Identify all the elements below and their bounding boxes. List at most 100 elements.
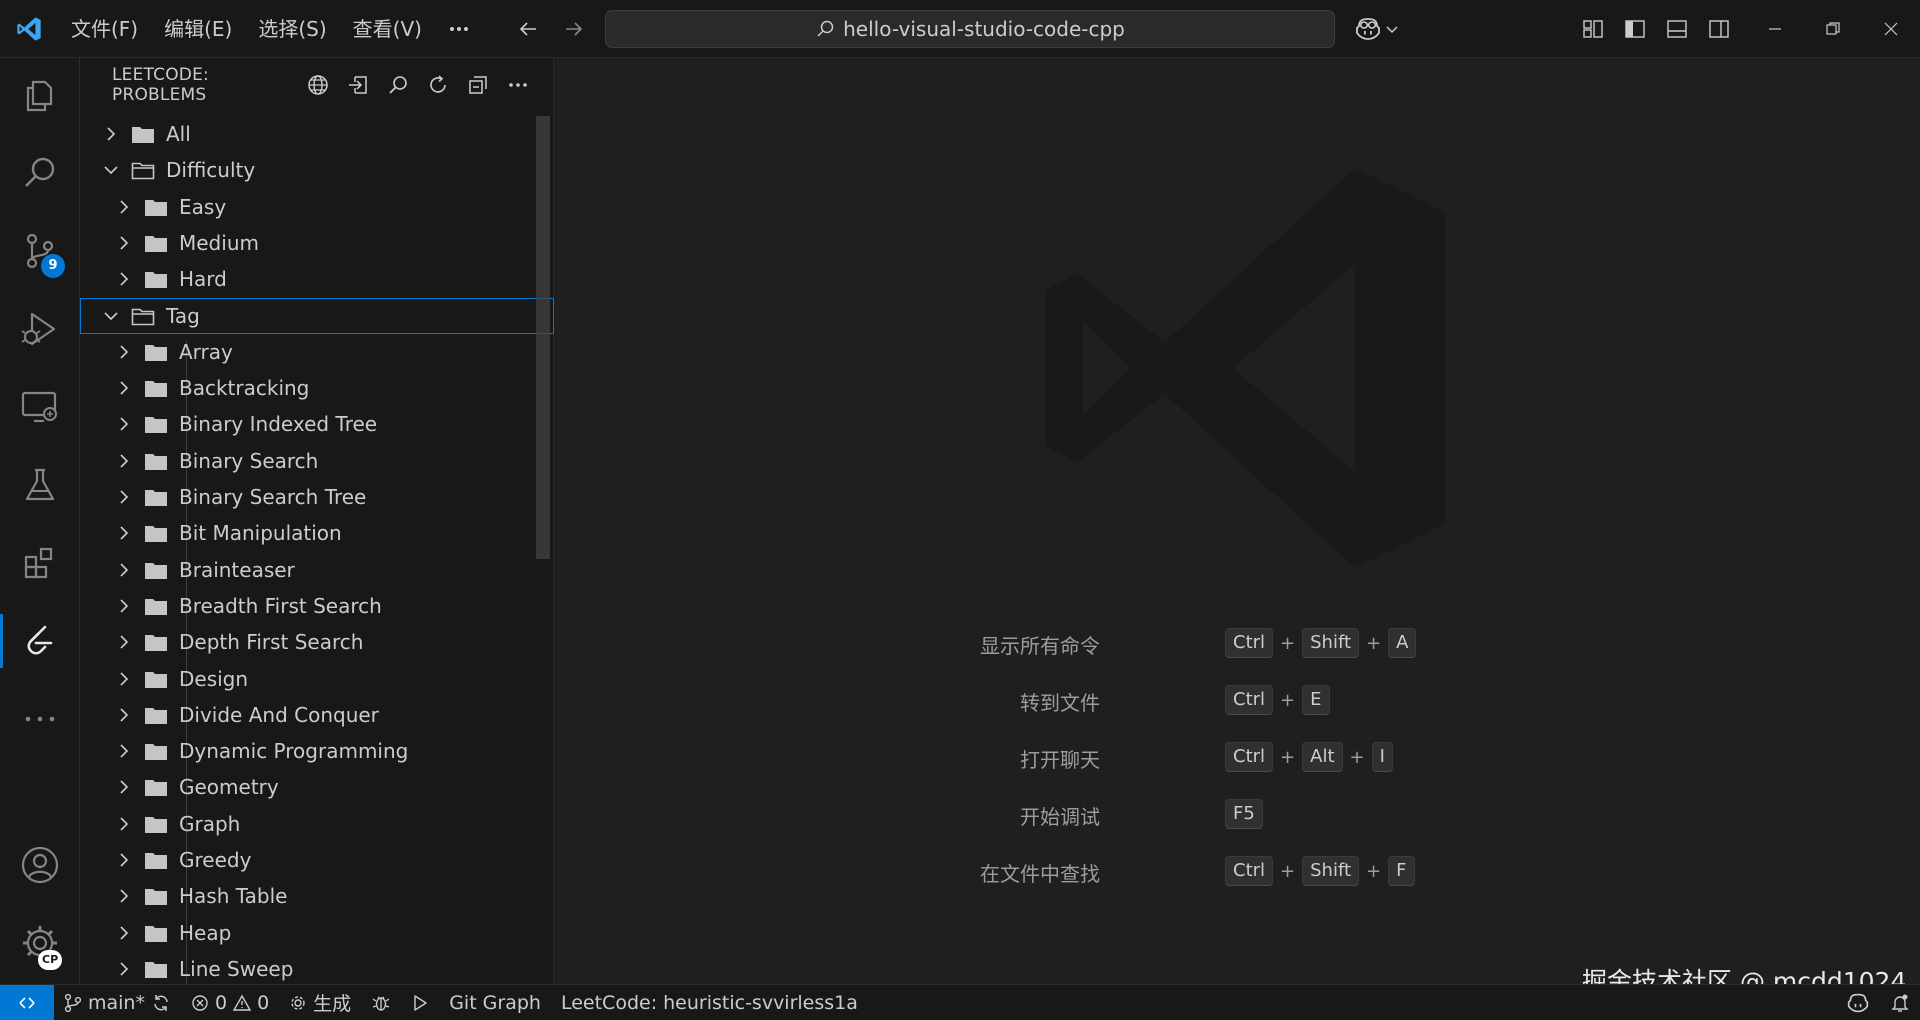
more-views-icon[interactable] (0, 686, 80, 752)
tree-item-label: Design (179, 666, 249, 691)
chevron-right-icon[interactable] (113, 595, 135, 617)
chevron-right-icon[interactable] (113, 232, 135, 254)
tree-item[interactable]: Binary Search Tree (80, 479, 554, 515)
chevron-right-icon[interactable] (113, 268, 135, 290)
leetcode-icon[interactable] (0, 608, 80, 674)
tree-item[interactable]: Dynamic Programming (80, 733, 554, 769)
tree-item[interactable]: Brainteaser (80, 552, 554, 588)
chevron-right-icon[interactable] (113, 885, 135, 907)
accounts-icon[interactable] (0, 832, 80, 898)
settings-gear-icon[interactable]: CP (0, 910, 80, 976)
menu-edit[interactable]: 编辑(E) (151, 9, 245, 49)
chevron-right-icon[interactable] (113, 740, 135, 762)
chevron-right-icon[interactable] (100, 123, 122, 145)
tree-item[interactable]: Divide And Conquer (80, 697, 554, 733)
shortcut-hint[interactable]: 开始调试 F5 (555, 799, 1920, 829)
chevron-right-icon[interactable] (113, 958, 135, 980)
remote-explorer-icon[interactable] (0, 374, 80, 440)
chevron-right-icon[interactable] (113, 413, 135, 435)
tree-item[interactable]: Geometry (80, 769, 554, 805)
globe-icon[interactable] (301, 68, 335, 102)
chevron-right-icon[interactable] (113, 922, 135, 944)
tree-item[interactable]: Tag (80, 297, 554, 334)
sync-icon[interactable] (151, 993, 171, 1013)
chevron-right-icon[interactable] (113, 668, 135, 690)
tree-item[interactable]: Array (80, 334, 554, 370)
debug-button[interactable] (361, 985, 401, 1020)
chevron-down-icon[interactable] (100, 159, 122, 181)
tree-item[interactable]: Greedy (80, 842, 554, 878)
customize-layout-icon[interactable] (1576, 12, 1610, 46)
chevron-right-icon[interactable] (113, 450, 135, 472)
more-menu-icon[interactable] (435, 9, 483, 49)
tree-item[interactable]: Heap (80, 915, 554, 951)
toggle-primary-sidebar-icon[interactable] (1618, 12, 1652, 46)
notifications-bell-icon[interactable] (1880, 985, 1920, 1020)
back-arrow-icon[interactable] (511, 12, 545, 46)
forward-arrow-icon[interactable] (557, 12, 591, 46)
leetcode-status[interactable]: LeetCode: heuristic-svvirless1a (551, 985, 868, 1020)
tree-item[interactable]: All (80, 116, 554, 152)
tree-item[interactable]: Medium (80, 225, 554, 261)
search-problem-icon[interactable] (381, 68, 415, 102)
minimize-icon[interactable] (1746, 0, 1804, 58)
tree-item[interactable]: Graph (80, 806, 554, 842)
menu-file[interactable]: 文件(F) (58, 9, 151, 49)
chevron-right-icon[interactable] (113, 196, 135, 218)
chevron-right-icon[interactable] (113, 849, 135, 871)
explorer-icon[interactable] (0, 62, 80, 128)
chevron-right-icon[interactable] (113, 341, 135, 363)
menu-view[interactable]: 查看(V) (340, 9, 435, 49)
problems-indicator[interactable]: 0 0 (181, 985, 279, 1020)
tree-item[interactable]: Difficulty (80, 152, 554, 188)
sign-in-icon[interactable] (341, 68, 375, 102)
chevron-right-icon[interactable] (113, 631, 135, 653)
tree-item[interactable]: Hard (80, 261, 554, 297)
chevron-down-icon[interactable] (100, 305, 122, 327)
tree-item[interactable]: Binary Search (80, 443, 554, 479)
command-center-search[interactable]: hello-visual-studio-code-cpp (605, 10, 1335, 48)
tree-item[interactable]: Breadth First Search (80, 588, 554, 624)
refresh-icon[interactable] (421, 68, 455, 102)
chevron-right-icon[interactable] (113, 377, 135, 399)
remote-indicator-icon[interactable] (0, 984, 54, 1020)
folder-icon (143, 341, 169, 363)
tree-item[interactable]: Line Sweep (80, 951, 554, 984)
menu-selection[interactable]: 选择(S) (245, 9, 339, 49)
branch-indicator[interactable]: main* (54, 985, 181, 1020)
toggle-secondary-sidebar-icon[interactable] (1702, 12, 1736, 46)
chevron-right-icon[interactable] (113, 704, 135, 726)
run-button[interactable] (401, 985, 439, 1020)
chevron-right-icon[interactable] (113, 559, 135, 581)
git-graph-button[interactable]: Git Graph (439, 985, 551, 1020)
copilot-button[interactable] (1354, 12, 1400, 46)
build-button[interactable]: 生成 (279, 985, 361, 1020)
shortcut-hint[interactable]: 打开聊天 Ctrl + Alt + I (555, 742, 1920, 772)
more-actions-icon[interactable] (501, 68, 535, 102)
toggle-panel-icon[interactable] (1660, 12, 1694, 46)
sidebar-scrollbar[interactable] (536, 116, 550, 559)
close-icon[interactable] (1862, 0, 1920, 58)
tree-item[interactable]: Bit Manipulation (80, 515, 554, 551)
chevron-right-icon[interactable] (113, 813, 135, 835)
tree-item[interactable]: Backtracking (80, 370, 554, 406)
tree-item[interactable]: Design (80, 661, 554, 697)
chevron-right-icon[interactable] (113, 776, 135, 798)
search-icon[interactable] (0, 140, 80, 206)
testing-flask-icon[interactable] (0, 452, 80, 518)
restore-icon[interactable] (1804, 0, 1862, 58)
shortcut-hint[interactable]: 显示所有命令 Ctrl + Shift + A (555, 628, 1920, 658)
shortcut-hint[interactable]: 转到文件 Ctrl + E (555, 685, 1920, 715)
collapse-all-icon[interactable] (461, 68, 495, 102)
tree-item[interactable]: Easy (80, 189, 554, 225)
copilot-status-icon[interactable] (1836, 985, 1880, 1020)
tree-item[interactable]: Binary Indexed Tree (80, 406, 554, 442)
shortcut-hint[interactable]: 在文件中查找 Ctrl + Shift + F (555, 856, 1920, 886)
chevron-right-icon[interactable] (113, 522, 135, 544)
source-control-icon[interactable]: 9 (0, 218, 80, 284)
run-debug-icon[interactable] (0, 296, 80, 362)
tree-item[interactable]: Hash Table (80, 878, 554, 914)
chevron-right-icon[interactable] (113, 486, 135, 508)
extensions-icon[interactable] (0, 530, 80, 596)
tree-item[interactable]: Depth First Search (80, 624, 554, 660)
